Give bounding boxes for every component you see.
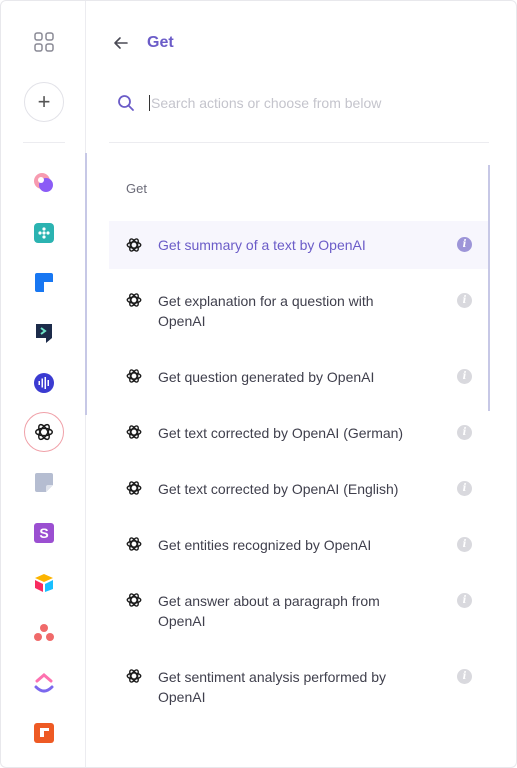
- sticky-note-logo-icon: [35, 473, 53, 492]
- plus-icon: +: [37, 89, 51, 114]
- app-icon-clickup[interactable]: [32, 671, 56, 695]
- panel-header: Get: [113, 32, 174, 54]
- search-bar: [109, 83, 489, 123]
- airtable-logo-icon: [35, 574, 53, 592]
- asana-logo-icon: [34, 624, 54, 641]
- action-item-corrected-german[interactable]: Get text corrected by OpenAI (German) i: [109, 409, 489, 457]
- action-item-label: Get text corrected by OpenAI (German): [158, 425, 404, 441]
- info-icon[interactable]: i: [457, 237, 472, 252]
- action-list: Get Get summary of a text by OpenAI i Ge…: [109, 165, 489, 745]
- search-input[interactable]: [149, 95, 469, 111]
- purple-s-logo-icon: S: [34, 523, 54, 543]
- action-picker-panel: + S Get Search actions or choose from be…: [0, 0, 517, 768]
- action-item-question[interactable]: Get question generated by OpenAI i: [109, 353, 489, 401]
- app-icon-trello[interactable]: [32, 271, 56, 295]
- info-icon[interactable]: i: [457, 537, 472, 552]
- app-icon-pink-purple[interactable]: [32, 171, 56, 195]
- info-icon[interactable]: i: [457, 669, 472, 684]
- add-app-button[interactable]: +: [24, 82, 64, 122]
- app-icon-openai[interactable]: [24, 412, 64, 452]
- list-scrollbar[interactable]: [488, 165, 490, 411]
- teal-dots-logo-icon: [34, 223, 54, 243]
- group-label: Get: [126, 181, 147, 196]
- openai-icon: [126, 293, 142, 307]
- info-icon[interactable]: i: [457, 369, 472, 384]
- action-item-label: Get summary of a text by OpenAI: [158, 237, 366, 253]
- action-item-label: Get entities recognized by OpenAI: [158, 537, 372, 553]
- app-icon-dark-arrow[interactable]: [32, 321, 56, 345]
- orange-c-logo-icon: [34, 723, 54, 743]
- app-icon-soundwave[interactable]: [32, 371, 56, 395]
- info-icon[interactable]: i: [457, 293, 472, 308]
- search-icon: [118, 95, 134, 111]
- openai-icon: [126, 425, 142, 439]
- app-icon-s-purple[interactable]: S: [32, 521, 56, 545]
- openai-icon: [126, 669, 142, 683]
- openai-icon: [126, 537, 142, 551]
- action-item-summary[interactable]: Get summary of a text by OpenAI i: [109, 221, 489, 269]
- info-icon[interactable]: i: [457, 481, 472, 496]
- search-divider: [109, 142, 489, 143]
- dark-chevron-logo-icon: [36, 324, 52, 343]
- action-item-corrected-english[interactable]: Get text corrected by OpenAI (English) i: [109, 465, 489, 513]
- grid-icon[interactable]: [34, 32, 54, 52]
- action-item-label: Get explanation for a question with Open…: [158, 293, 374, 329]
- action-item-sentiment[interactable]: Get sentiment analysis performed by Open…: [109, 653, 489, 717]
- pink-purple-logo-icon: [34, 173, 53, 192]
- action-item-entities[interactable]: Get entities recognized by OpenAI i: [109, 521, 489, 569]
- action-item-label: Get sentiment analysis performed by Open…: [158, 669, 386, 705]
- app-sidebar: + S: [1, 1, 86, 767]
- sidebar-scrollbar[interactable]: [85, 153, 87, 415]
- info-icon[interactable]: i: [457, 593, 472, 608]
- app-icon-note[interactable]: [32, 471, 56, 495]
- openai-icon: [126, 593, 142, 607]
- action-item-answer-paragraph[interactable]: Get answer about a paragraph from OpenAI…: [109, 577, 489, 641]
- svg-text:S: S: [39, 525, 48, 541]
- info-icon[interactable]: i: [457, 425, 472, 440]
- clickup-logo-icon: [34, 673, 54, 693]
- action-item-label: Get text corrected by OpenAI (English): [158, 481, 399, 497]
- sidebar-divider: [23, 142, 65, 143]
- action-item-label: Get answer about a paragraph from OpenAI: [158, 593, 380, 629]
- openai-logo-icon: [35, 423, 53, 441]
- back-arrow-icon[interactable]: [113, 35, 129, 51]
- soundwave-logo-icon: [34, 373, 54, 393]
- trello-logo-icon: [35, 273, 53, 292]
- page-title: Get: [147, 34, 174, 51]
- app-icon-airtable[interactable]: [32, 571, 56, 595]
- app-icon-teal-dots[interactable]: [32, 221, 56, 245]
- openai-icon: [126, 238, 142, 252]
- action-item-explanation[interactable]: Get explanation for a question with Open…: [109, 277, 489, 341]
- app-icon-orange-c[interactable]: [32, 721, 56, 745]
- openai-icon: [126, 481, 142, 495]
- openai-icon: [126, 369, 142, 383]
- action-item-label: Get question generated by OpenAI: [158, 369, 375, 385]
- app-icon-asana[interactable]: [32, 621, 56, 645]
